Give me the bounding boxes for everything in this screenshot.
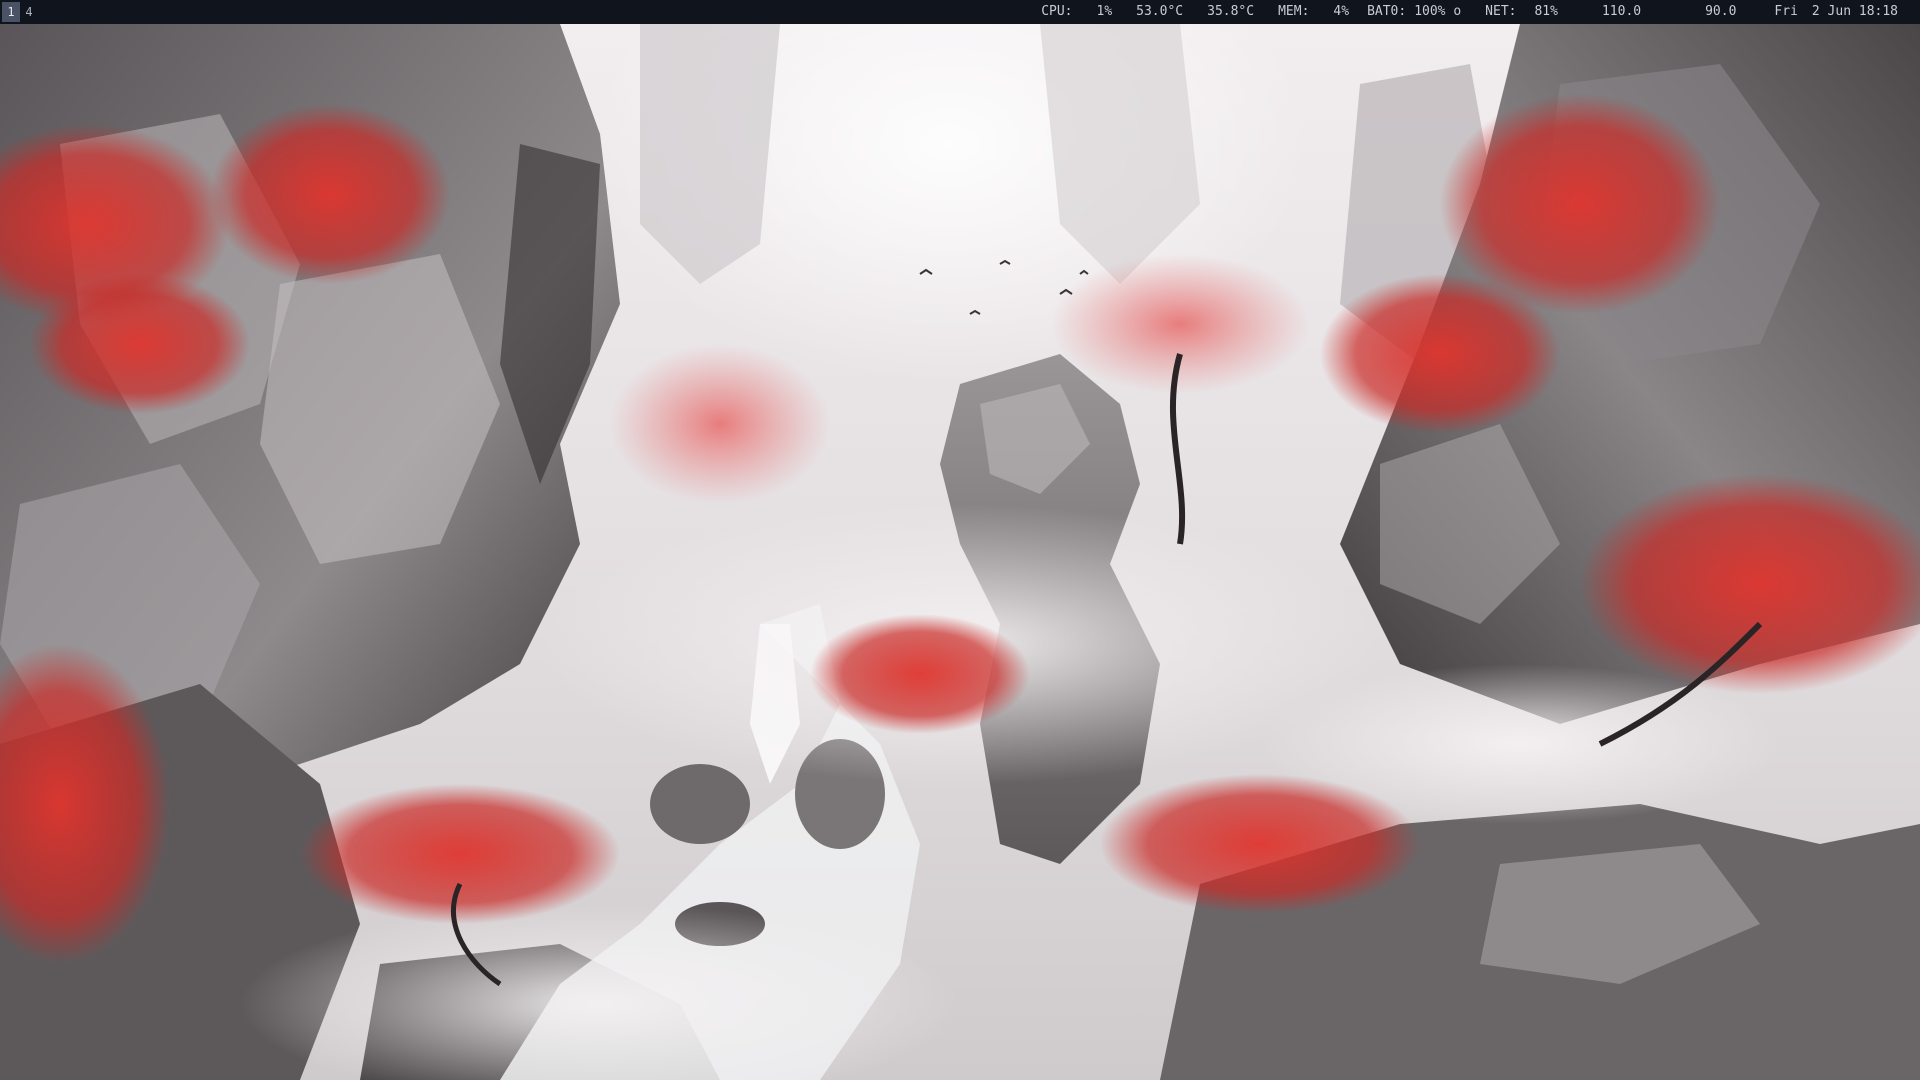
top-status-bar: 1 4 CPU: 1% 53.0°C 35.8°C MEM: 4% BAT0: … (0, 0, 1920, 24)
workspace-switcher: 1 4 (2, 2, 38, 22)
clock-date: 2 Jun 18:18 (1811, 4, 1898, 19)
net-label: NET: (1485, 4, 1517, 19)
status-value-1: 110.0 (1601, 4, 1642, 19)
workspace-1-button[interactable]: 1 (2, 2, 20, 22)
mem-label: MEM: (1278, 4, 1310, 19)
workspace-4-button[interactable]: 4 (20, 2, 38, 22)
battery-value: 100% o (1414, 4, 1462, 19)
desktop-wallpaper (0, 24, 1920, 1080)
cpu-label: CPU: (1041, 4, 1073, 19)
battery-label: BAT0: (1367, 4, 1407, 19)
net-value: 81% (1534, 4, 1558, 19)
clock-day: Fri (1774, 4, 1798, 19)
cpu-temp: 53.0°C (1136, 4, 1184, 19)
status-value-2: 90.0 (1705, 4, 1737, 19)
system-status: CPU: 1% 53.0°C 35.8°C MEM: 4% BAT0: 100%… (1041, 0, 1898, 24)
system-temp: 35.8°C (1207, 4, 1255, 19)
mem-value: 4% (1333, 4, 1350, 19)
cpu-value: 1% (1096, 4, 1113, 19)
